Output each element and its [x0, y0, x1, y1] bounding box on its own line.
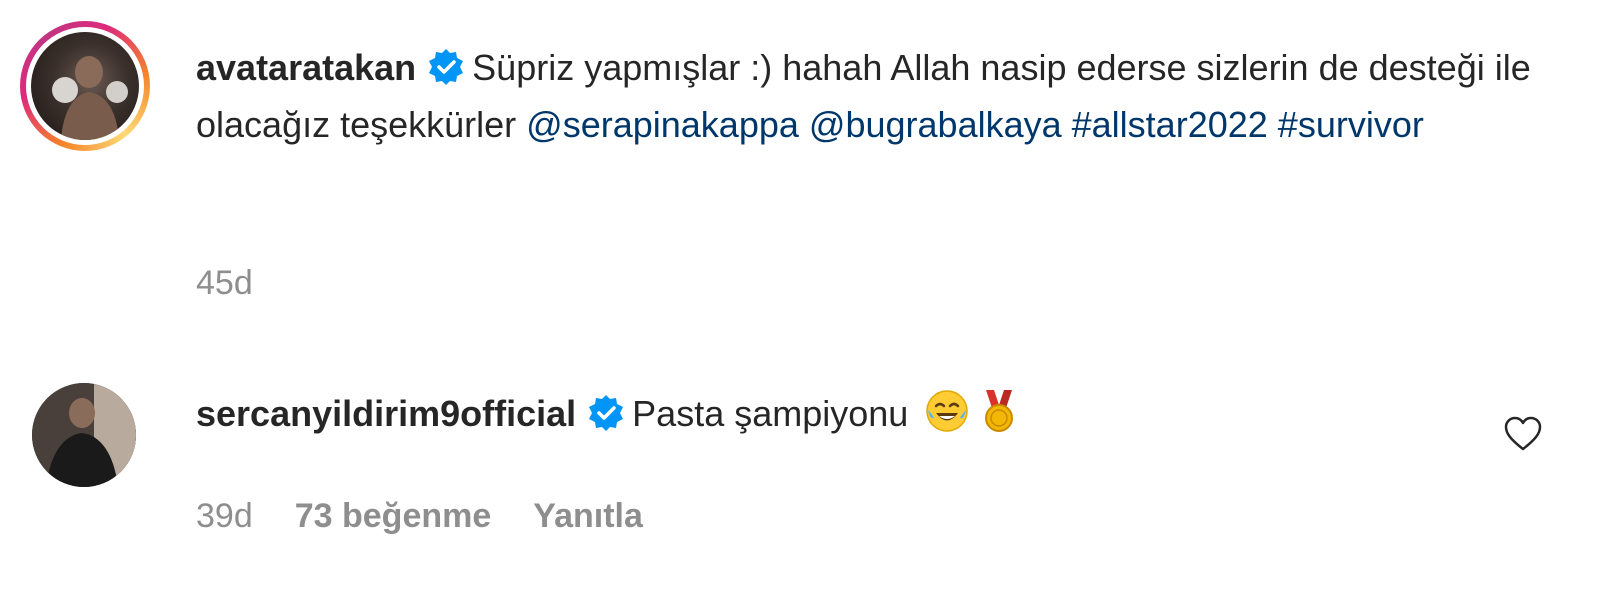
reply-timestamp[interactable]: 39d	[196, 497, 253, 536]
heart-icon[interactable]	[1502, 413, 1544, 455]
reply-meta: 39d 73 beğenme Yanıtla	[196, 497, 643, 536]
story-ring-avatar[interactable]	[20, 21, 150, 151]
hashtag-link[interactable]: #allstar2022	[1072, 104, 1268, 145]
mention-link[interactable]: @serapinakappa	[526, 104, 799, 145]
reply-body: sercanyildirim9official Pasta şampiyonu	[196, 385, 1540, 442]
caption-meta: 45d	[196, 264, 253, 303]
reply-username[interactable]: sercanyildirim9official	[196, 393, 576, 434]
reply-text: Pasta şampiyonu	[632, 393, 909, 434]
medal-emoji-icon	[985, 390, 1014, 432]
tears-of-joy-emoji-icon	[926, 390, 969, 432]
caption-body: avataratakan Süpriz yapmışlar :) hahah A…	[196, 39, 1540, 153]
caption-comment: avataratakan Süpriz yapmışlar :) hahah A…	[0, 0, 1600, 330]
reply-comment: sercanyildirim9official Pasta şampiyonu …	[0, 375, 1600, 575]
mention-link[interactable]: @bugrabalkaya	[809, 104, 1062, 145]
caption-username[interactable]: avataratakan	[196, 47, 416, 88]
avatar-photo-icon	[32, 383, 136, 487]
avatar-photo-icon	[52, 56, 128, 140]
avatar	[31, 32, 139, 140]
reply-button[interactable]: Yanıtla	[533, 497, 643, 536]
hashtag-link[interactable]: #survivor	[1278, 104, 1424, 145]
avatar[interactable]	[32, 383, 136, 487]
likes-count[interactable]: 73 beğenme	[295, 497, 492, 536]
verified-badge-icon	[589, 395, 624, 431]
caption-timestamp[interactable]: 45d	[196, 264, 253, 303]
verified-badge-icon	[429, 49, 464, 85]
